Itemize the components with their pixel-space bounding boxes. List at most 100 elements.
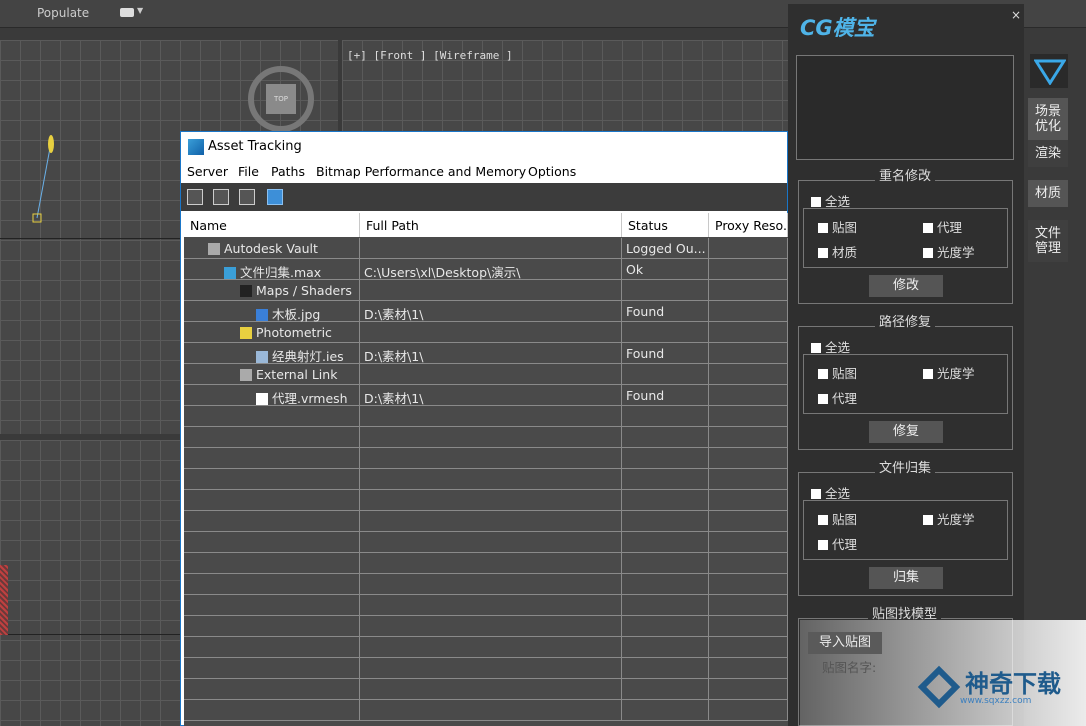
cell-name — [184, 574, 360, 595]
cell-status — [622, 490, 709, 511]
menu-file[interactable]: File — [238, 164, 259, 179]
populate-dropdown-icon[interactable] — [120, 8, 134, 17]
table-row[interactable] — [184, 448, 788, 469]
viewport-label[interactable]: [+] [Front ] [Wireframe ] — [347, 49, 513, 62]
tab-material[interactable]: 材质 — [1028, 180, 1068, 207]
table-row[interactable]: External Link — [184, 364, 788, 385]
collect-proxy-checkbox[interactable]: 代理 — [818, 534, 857, 553]
rename-material-checkbox[interactable]: 材质 — [818, 242, 857, 261]
light-object[interactable] — [28, 130, 58, 225]
tab-render[interactable]: 渲染 — [1028, 140, 1068, 167]
watermark-text: 神奇下载 — [965, 670, 1061, 698]
table-row[interactable] — [184, 511, 788, 532]
cell-status — [622, 553, 709, 574]
table-row[interactable] — [184, 574, 788, 595]
vault-icon — [208, 243, 220, 255]
row-path-text: D:\素材\1\ — [364, 349, 424, 364]
column-header-full-path[interactable]: Full Path — [360, 213, 622, 237]
cell-name — [184, 406, 360, 427]
cell-full-path — [360, 658, 622, 679]
table-row[interactable] — [184, 490, 788, 511]
list-icon[interactable] — [213, 189, 229, 205]
table-row[interactable] — [184, 532, 788, 553]
row-status-text: Logged Ou... — [626, 241, 706, 256]
chevron-down-icon[interactable]: ▼ — [137, 6, 143, 15]
cell-proxy — [709, 385, 788, 406]
table-row[interactable]: 文件归集.max C:\Users\xl\Desktop\演示\ Ok — [184, 259, 788, 280]
menu-paths[interactable]: Paths — [271, 164, 305, 179]
viewport-perspective[interactable] — [0, 440, 180, 726]
link-icon — [240, 369, 252, 381]
cell-full-path: D:\素材\1\ — [360, 343, 622, 364]
table-row[interactable]: 木板.jpg D:\素材\1\ Found — [184, 301, 788, 322]
tab-scene-optimize[interactable]: 场景 优化 — [1028, 98, 1068, 140]
rename-modify-button[interactable]: 修改 — [869, 275, 943, 297]
menu-options[interactable]: Options — [528, 164, 576, 179]
table-row[interactable] — [184, 616, 788, 637]
table-row[interactable] — [184, 553, 788, 574]
table-row[interactable] — [184, 658, 788, 679]
table-row[interactable]: 代理.vrmesh D:\素材\1\ Found — [184, 385, 788, 406]
row-name-text: Autodesk Vault — [224, 241, 318, 256]
asset-table[interactable]: Name Full Path Status Proxy Reso... Auto… — [184, 213, 788, 726]
row-name-text: Photometric — [256, 325, 332, 340]
path-fix-proxy-checkbox[interactable]: 代理 — [818, 388, 857, 407]
table-row[interactable] — [184, 469, 788, 490]
cell-proxy — [709, 679, 788, 700]
cell-name: External Link — [184, 364, 360, 385]
row-status-text: Found — [626, 346, 665, 361]
rename-proxy-checkbox[interactable]: 代理 — [923, 217, 962, 236]
path-fix-repair-button[interactable]: 修复 — [869, 421, 943, 443]
collect-photometric-checkbox[interactable]: 光度学 — [923, 509, 975, 528]
menu-server[interactable]: Server — [187, 164, 228, 179]
collect-button[interactable]: 归集 — [869, 567, 943, 589]
table-view-icon[interactable] — [267, 189, 283, 205]
cell-name — [184, 679, 360, 700]
row-path-text: D:\素材\1\ — [364, 391, 424, 406]
cell-status — [622, 616, 709, 637]
cell-full-path — [360, 595, 622, 616]
cell-name: Autodesk Vault — [184, 238, 360, 259]
menu-bitmap-performance[interactable]: Bitmap Performance and Memory — [316, 164, 526, 179]
table-row[interactable] — [184, 637, 788, 658]
table-row[interactable] — [184, 406, 788, 427]
cell-name — [184, 616, 360, 637]
table-row[interactable] — [184, 427, 788, 448]
tab-file-management[interactable]: 文件 管理 — [1028, 220, 1068, 262]
viewcube[interactable]: TOP — [266, 84, 296, 114]
cell-status — [622, 427, 709, 448]
path-fix-maps-checkbox[interactable]: 贴图 — [818, 363, 857, 382]
table-row[interactable]: Photometric — [184, 322, 788, 343]
scene-object[interactable] — [0, 565, 8, 635]
cell-status — [622, 679, 709, 700]
close-icon[interactable]: × — [1011, 8, 1021, 22]
rename-photometric-checkbox[interactable]: 光度学 — [923, 242, 975, 261]
path-fix-group-title: 路径修复 — [875, 311, 936, 330]
import-maps-button[interactable]: 导入贴图 — [808, 632, 882, 654]
path-fix-photometric-checkbox[interactable]: 光度学 — [923, 363, 975, 382]
thumbnail-icon[interactable] — [239, 189, 255, 205]
table-row[interactable]: 经典射灯.ies D:\素材\1\ Found — [184, 343, 788, 364]
light-icon[interactable] — [48, 135, 54, 153]
column-header-proxy-resolution[interactable]: Proxy Reso... — [709, 213, 788, 237]
tab-file-management-label: 文件 管理 — [1034, 226, 1061, 256]
table-row[interactable]: Autodesk Vault Logged Ou... — [184, 238, 788, 259]
row-status-text: Found — [626, 304, 665, 319]
cell-full-path — [360, 406, 622, 427]
table-row[interactable] — [184, 595, 788, 616]
asset-tracking-icon — [188, 139, 204, 155]
table-row[interactable] — [184, 700, 788, 721]
row-name-text: 木板.jpg — [272, 307, 321, 322]
cell-full-path — [360, 322, 622, 343]
log-textarea[interactable] — [796, 55, 1014, 160]
collect-maps-checkbox[interactable]: 贴图 — [818, 509, 857, 528]
table-row[interactable]: Maps / Shaders — [184, 280, 788, 301]
table-row[interactable] — [184, 679, 788, 700]
column-header-name[interactable]: Name — [184, 213, 360, 237]
rename-maps-checkbox[interactable]: 贴图 — [818, 217, 857, 236]
cell-proxy — [709, 301, 788, 322]
populate-tab[interactable]: Populate — [37, 6, 89, 20]
cell-full-path — [360, 280, 622, 301]
column-header-status[interactable]: Status — [622, 213, 709, 237]
refresh-icon[interactable] — [187, 189, 203, 205]
